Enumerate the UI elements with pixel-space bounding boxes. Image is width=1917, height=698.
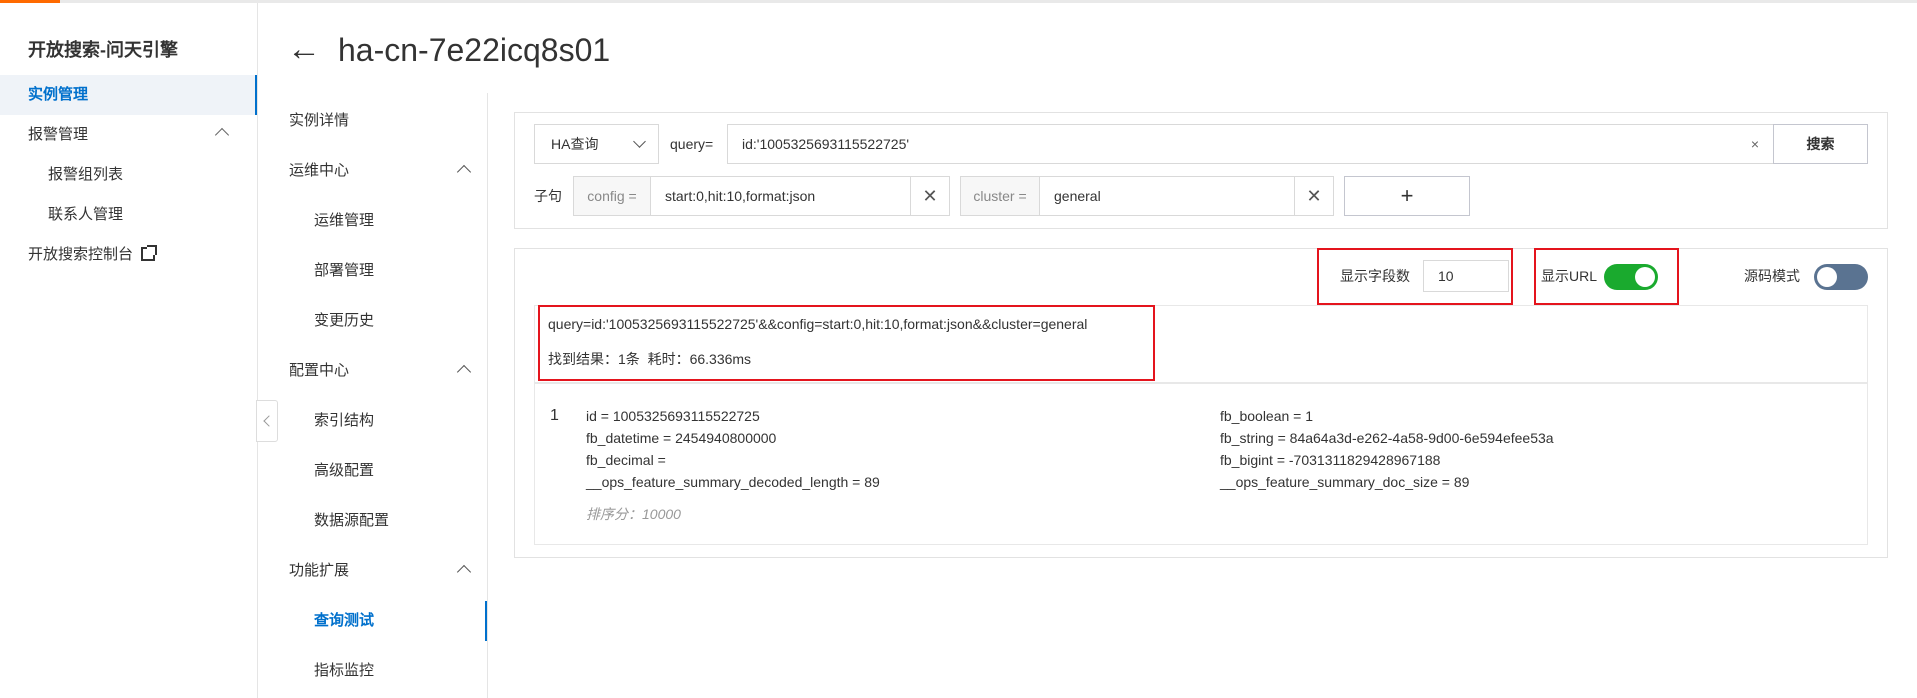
source-mode-label: 源码模式 — [1744, 268, 1800, 284]
tab-index-schema[interactable]: 索引结构 — [258, 401, 487, 441]
highlight-field-count — [1317, 248, 1513, 305]
sidebar-item-label: 开放搜索控制台 — [28, 246, 134, 263]
sidebar-item-alarm-management[interactable]: 报警管理 — [0, 115, 257, 155]
query-input[interactable]: id:'1005325693115522725' × — [727, 124, 1774, 164]
chevron-up-icon — [214, 127, 230, 143]
tab-change-history[interactable]: 变更历史 — [258, 301, 487, 341]
group-label: 运维中心 — [289, 162, 350, 179]
cluster-input[interactable]: general — [1039, 176, 1295, 216]
chevron-up-icon — [456, 364, 472, 380]
highlight-show-url — [1534, 248, 1679, 305]
field-fb-bigint: fb_bigint = -7031311829428967188 — [1220, 452, 1441, 468]
chevron-up-icon — [456, 564, 472, 580]
remove-config-button[interactable]: ✕ — [910, 176, 950, 216]
config-input[interactable]: start:0,hit:10,format:json — [650, 176, 911, 216]
group-label: 功能扩展 — [289, 562, 350, 579]
sidebar-item-console-link[interactable]: 开放搜索控制台 — [0, 235, 257, 275]
add-clause-button[interactable]: + — [1344, 176, 1470, 216]
back-arrow-icon[interactable]: ← — [287, 30, 321, 68]
tab-ops-management[interactable]: 运维管理 — [258, 201, 487, 241]
collapse-sidebar-handle[interactable] — [256, 400, 278, 442]
tab-query-test[interactable]: 查询测试 — [258, 601, 487, 641]
remove-cluster-button[interactable]: ✕ — [1294, 176, 1334, 216]
tab-deploy-management[interactable]: 部署管理 — [258, 251, 487, 291]
sort-score: 排序分：10000 — [586, 506, 681, 522]
instance-subnav: 实例详情 运维中心 运维管理 部署管理 变更历史 配置中心 索引结构 高级配置 … — [258, 93, 488, 698]
sidebar-item-alarm-group-list[interactable]: 报警组列表 — [0, 155, 257, 195]
query-value: id:'1005325693115522725' — [742, 136, 910, 152]
field-decoded-length: __ops_feature_summary_decoded_length = 8… — [586, 474, 880, 490]
tab-datasource-config[interactable]: 数据源配置 — [258, 501, 487, 541]
field-id: id = 1005325693115522725 — [586, 408, 760, 424]
clause-label: 子句 — [534, 188, 562, 204]
sidebar-item-instance-management[interactable]: 实例管理 — [0, 75, 257, 115]
group-label: 配置中心 — [289, 362, 350, 379]
group-extensions[interactable]: 功能扩展 — [258, 551, 487, 591]
select-value: HA查询 — [551, 136, 599, 152]
field-fb-datetime: fb_datetime = 2454940800000 — [586, 430, 777, 446]
cluster-prefix: cluster = — [960, 176, 1040, 216]
sidebar-title: 开放搜索-问天引擎 — [28, 40, 178, 60]
page-title: ha-cn-7e22icq8s01 — [338, 32, 611, 68]
clear-icon[interactable]: × — [1751, 125, 1759, 163]
query-type-select[interactable]: HA查询 — [534, 124, 659, 164]
sidebar-item-label: 报警管理 — [28, 126, 89, 143]
field-fb-decimal: fb_decimal = — [586, 452, 666, 468]
tab-metrics-monitor[interactable]: 指标监控 — [258, 651, 487, 691]
top-border — [0, 0, 1917, 3]
source-mode-toggle[interactable] — [1814, 264, 1868, 290]
external-link-icon — [141, 245, 158, 261]
toggle-knob — [1817, 267, 1837, 287]
field-doc-size: __ops_feature_summary_doc_size = 89 — [1220, 474, 1470, 490]
group-ops-center[interactable]: 运维中心 — [258, 151, 487, 191]
chevron-down-icon — [633, 135, 646, 148]
sidebar: 开放搜索-问天引擎 实例管理 报警管理 报警组列表 联系人管理 开放搜索控制台 — [0, 3, 258, 698]
highlight-url — [538, 305, 1155, 381]
chevron-up-icon — [456, 164, 472, 180]
field-fb-string: fb_string = 84a64a3d-e262-4a58-9d00-6e59… — [1220, 430, 1554, 446]
group-config-center[interactable]: 配置中心 — [258, 351, 487, 391]
query-label: query= — [670, 136, 714, 152]
tab-instance-details[interactable]: 实例详情 — [258, 101, 487, 141]
field-fb-boolean: fb_boolean = 1 — [1220, 408, 1314, 424]
sidebar-item-contacts[interactable]: 联系人管理 — [0, 195, 257, 235]
result-index: 1 — [550, 407, 559, 424]
tab-advanced-config[interactable]: 高级配置 — [258, 451, 487, 491]
config-prefix: config = — [573, 176, 651, 216]
search-button[interactable]: 搜索 — [1773, 124, 1868, 164]
